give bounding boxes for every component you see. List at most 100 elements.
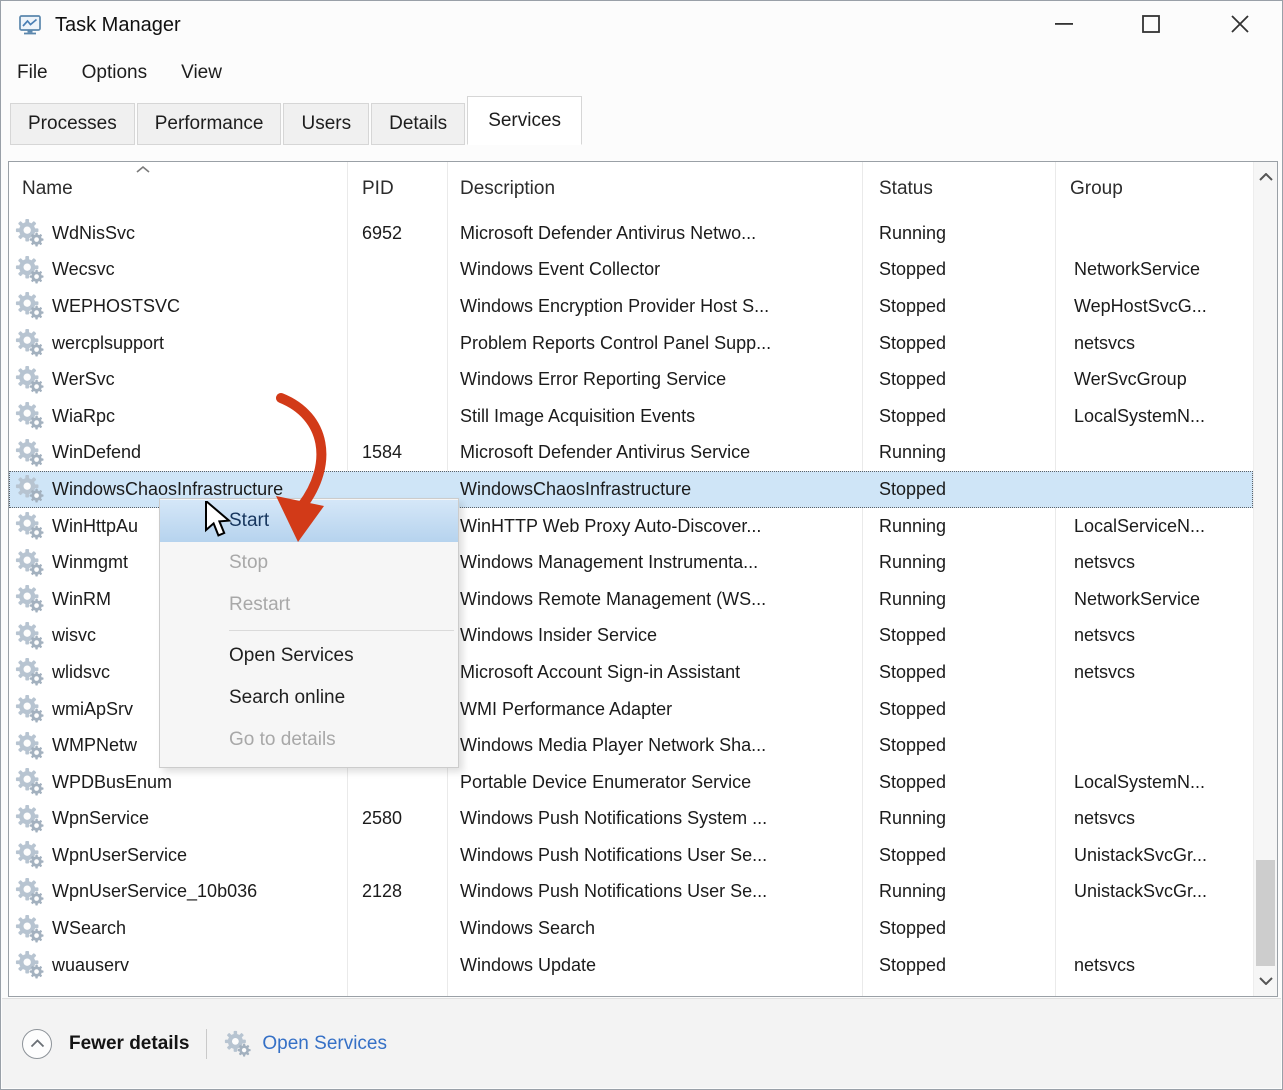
service-group: netsvcs bbox=[1055, 625, 1253, 646]
open-services-gear-icon bbox=[224, 1030, 252, 1058]
service-status: Running bbox=[862, 589, 1055, 610]
service-status: Stopped bbox=[862, 918, 1055, 939]
chevron-up-icon bbox=[1259, 173, 1273, 181]
window-title: Task Manager bbox=[55, 1, 181, 49]
service-gear-icon bbox=[15, 401, 45, 431]
maximize-button[interactable] bbox=[1134, 7, 1168, 41]
service-status: Stopped bbox=[862, 259, 1055, 280]
menu-file[interactable]: File bbox=[15, 58, 50, 88]
tab-services[interactable]: Services bbox=[467, 96, 582, 145]
service-name: WinHttpAu bbox=[52, 516, 138, 537]
service-row-wpnservice[interactable]: WpnService 2580 Windows Push Notificatio… bbox=[9, 801, 1253, 838]
service-row-wecsvc[interactable]: Wecsvc Windows Event Collector Stopped N… bbox=[9, 252, 1253, 289]
service-group: LocalSystemN... bbox=[1055, 406, 1253, 427]
service-status: Stopped bbox=[862, 955, 1055, 976]
column-header-pid[interactable]: PID bbox=[362, 162, 394, 215]
service-status: Stopped bbox=[862, 479, 1055, 500]
service-row-wuauserv[interactable]: wuauserv Windows Update Stopped netsvcs bbox=[9, 947, 1253, 984]
service-gear-icon bbox=[15, 840, 45, 870]
context-menu-item-stop: Stop bbox=[160, 542, 458, 584]
context-menu: StartStopRestart Open ServicesSearch onl… bbox=[159, 498, 459, 768]
service-status: Running bbox=[862, 808, 1055, 829]
list-header: Name PID Description Status Group bbox=[9, 162, 1253, 215]
minimize-button[interactable] bbox=[1047, 7, 1081, 41]
service-status: Stopped bbox=[862, 333, 1055, 354]
service-name: WpnUserService_10b036 bbox=[52, 881, 257, 902]
service-group: netsvcs bbox=[1055, 552, 1253, 573]
service-name: WiaRpc bbox=[52, 406, 115, 427]
column-header-name[interactable]: Name bbox=[22, 162, 73, 215]
service-group: WepHostSvcG... bbox=[1055, 296, 1253, 317]
service-name: WindowsChaosInfrastructure bbox=[52, 479, 283, 500]
service-name: wlidsvc bbox=[52, 662, 110, 683]
service-status: Running bbox=[862, 881, 1055, 902]
context-menu-item-open-services[interactable]: Open Services bbox=[160, 635, 458, 677]
service-row-wiarpc[interactable]: WiaRpc Still Image Acquisition Events St… bbox=[9, 398, 1253, 435]
context-menu-item-start[interactable]: Start bbox=[160, 500, 458, 542]
task-manager-window: Task Manager File Options View ProcessesPe… bbox=[0, 0, 1283, 1090]
open-services-link[interactable]: Open Services bbox=[262, 1033, 387, 1055]
service-name: WSearch bbox=[52, 918, 126, 939]
service-description: WMI Performance Adapter bbox=[447, 699, 862, 720]
service-description: WinHTTP Web Proxy Auto-Discover... bbox=[447, 516, 862, 537]
service-status: Stopped bbox=[862, 845, 1055, 866]
service-gear-icon bbox=[15, 474, 45, 504]
context-menu-item-restart: Restart bbox=[160, 584, 458, 626]
scrollbar-thumb[interactable] bbox=[1256, 860, 1275, 966]
minimize-icon bbox=[1053, 13, 1075, 35]
service-status: Running bbox=[862, 442, 1055, 463]
service-row-wdnissvc[interactable]: WdNisSvc 6952 Microsoft Defender Antivir… bbox=[9, 215, 1253, 252]
service-gear-icon bbox=[15, 914, 45, 944]
service-row-windefend[interactable]: WinDefend 1584 Microsoft Defender Antivi… bbox=[9, 435, 1253, 472]
menu-view[interactable]: View bbox=[179, 58, 224, 88]
service-description: Windows Remote Management (WS... bbox=[447, 589, 862, 610]
context-menu-separator bbox=[229, 630, 454, 631]
service-status: Stopped bbox=[862, 369, 1055, 390]
tab-performance[interactable]: Performance bbox=[137, 103, 282, 145]
context-menu-item-search-online[interactable]: Search online bbox=[160, 677, 458, 719]
fewer-details-button[interactable] bbox=[22, 1029, 52, 1059]
service-row-wephostsvc[interactable]: WEPHOSTSVC Windows Encryption Provider H… bbox=[9, 288, 1253, 325]
service-group: WerSvcGroup bbox=[1055, 369, 1253, 390]
service-group: netsvcs bbox=[1055, 955, 1253, 976]
service-description: Microsoft Defender Antivirus Service bbox=[447, 442, 862, 463]
fewer-details-label[interactable]: Fewer details bbox=[69, 1033, 189, 1055]
scroll-down-arrow[interactable] bbox=[1254, 968, 1277, 994]
service-row-wpnuserservice-10b036[interactable]: WpnUserService_10b036 2128 Windows Push … bbox=[9, 874, 1253, 911]
service-group: NetworkService bbox=[1055, 259, 1253, 280]
tab-users[interactable]: Users bbox=[283, 103, 369, 145]
service-description: Windows Management Instrumenta... bbox=[447, 552, 862, 573]
tab-details[interactable]: Details bbox=[371, 103, 465, 145]
menu-options[interactable]: Options bbox=[80, 58, 149, 88]
service-status: Stopped bbox=[862, 699, 1055, 720]
service-description: Windows Insider Service bbox=[447, 625, 862, 646]
column-header-status[interactable]: Status bbox=[879, 162, 933, 215]
service-row-wersvc[interactable]: WerSvc Windows Error Reporting Service S… bbox=[9, 361, 1253, 398]
context-menu-item-go-to-details: Go to details bbox=[160, 719, 458, 761]
service-row-wercplsupport[interactable]: wercplsupport Problem Reports Control Pa… bbox=[9, 325, 1253, 362]
service-group: netsvcs bbox=[1055, 333, 1253, 354]
column-header-description[interactable]: Description bbox=[460, 162, 555, 215]
service-name: WEPHOSTSVC bbox=[52, 296, 180, 317]
service-name: WpnService bbox=[52, 808, 149, 829]
close-button[interactable] bbox=[1223, 7, 1257, 41]
service-row-wpdbusenum[interactable]: WPDBusEnum Portable Device Enumerator Se… bbox=[9, 764, 1253, 801]
service-group: netsvcs bbox=[1055, 808, 1253, 829]
vertical-scrollbar[interactable] bbox=[1253, 162, 1277, 996]
scroll-up-arrow[interactable] bbox=[1254, 164, 1277, 190]
column-header-group[interactable]: Group bbox=[1070, 162, 1123, 215]
tab-processes[interactable]: Processes bbox=[10, 103, 135, 145]
service-status: Running bbox=[862, 516, 1055, 537]
service-gear-icon bbox=[15, 767, 45, 797]
service-gear-icon bbox=[15, 511, 45, 541]
service-row-wpnuserservice[interactable]: WpnUserService Windows Push Notification… bbox=[9, 837, 1253, 874]
service-row-wsearch[interactable]: WSearch Windows Search Stopped bbox=[9, 910, 1253, 947]
menu-bar: File Options View bbox=[1, 53, 254, 93]
service-pid: 1584 bbox=[347, 442, 447, 463]
service-gear-icon bbox=[15, 950, 45, 980]
service-description: Windows Encryption Provider Host S... bbox=[447, 296, 862, 317]
service-description: Windows Media Player Network Sha... bbox=[447, 735, 862, 756]
service-description: Windows Push Notifications System ... bbox=[447, 808, 862, 829]
title-bar: Task Manager bbox=[1, 1, 1282, 49]
service-gear-icon bbox=[15, 291, 45, 321]
